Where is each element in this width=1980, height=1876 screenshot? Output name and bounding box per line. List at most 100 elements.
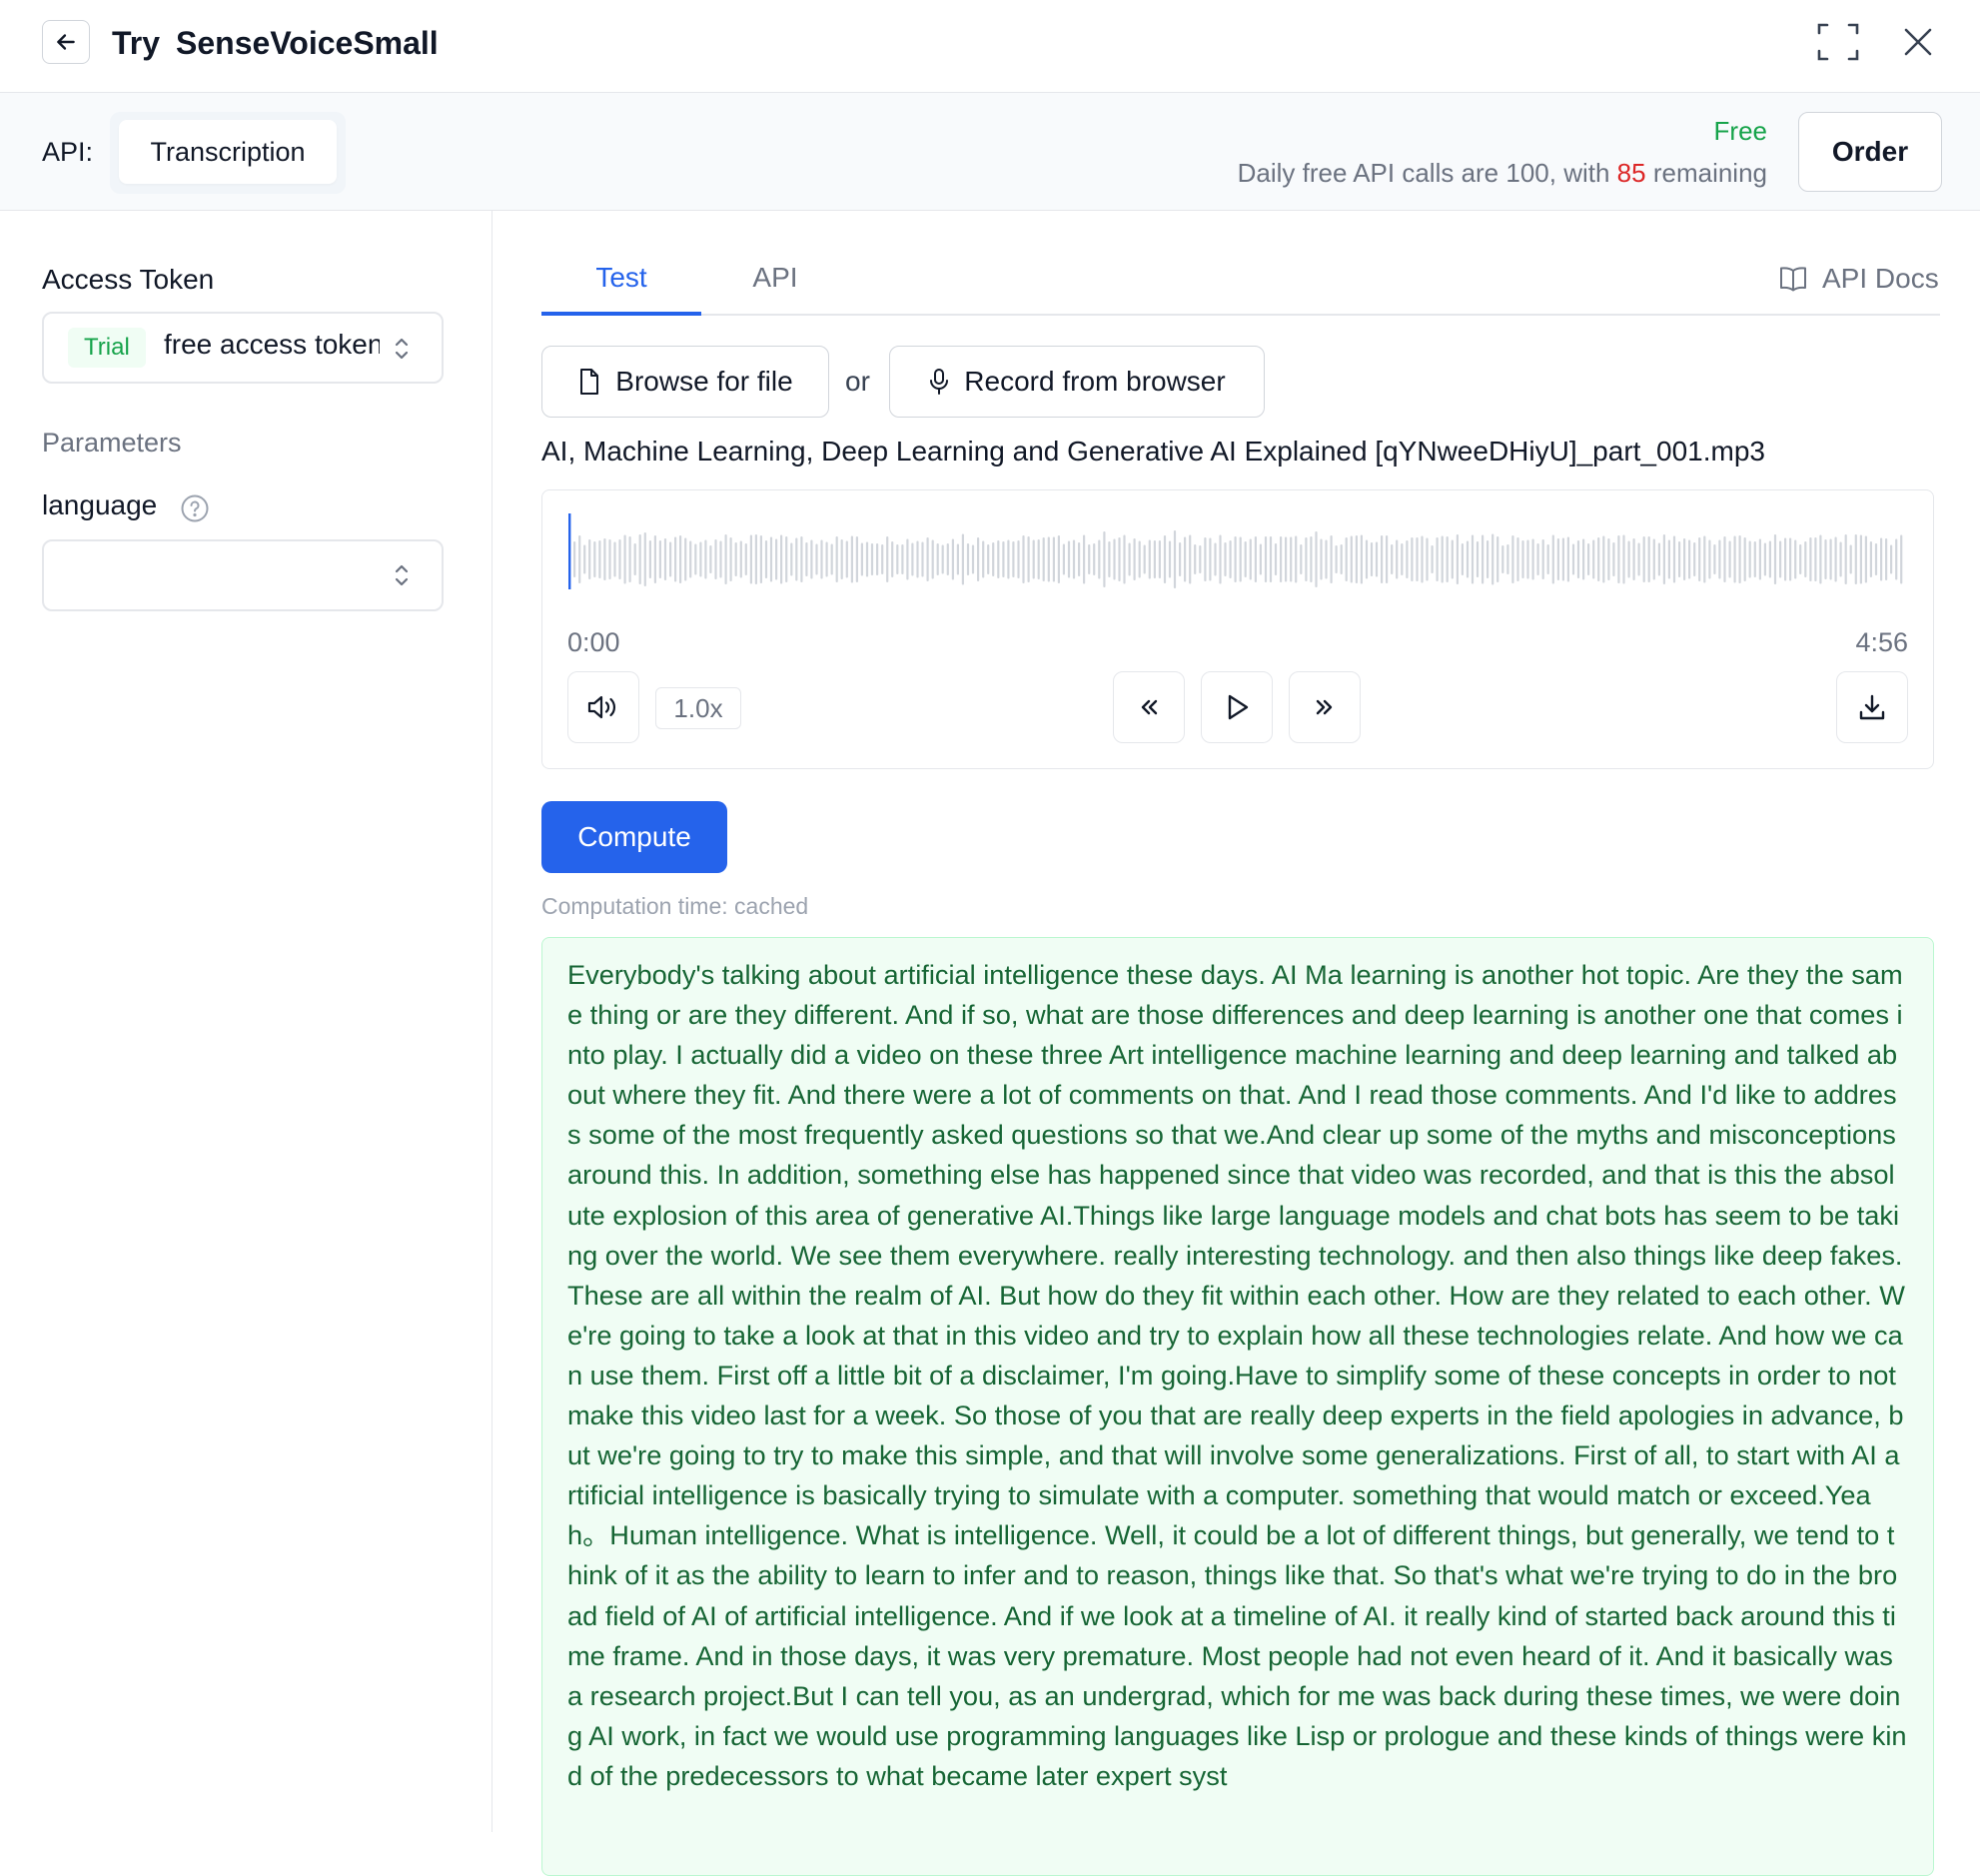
waveform-bar <box>1834 536 1837 582</box>
access-token-value: free access token <box>164 329 380 360</box>
waveform-bar <box>684 537 687 581</box>
waveform-bar <box>1350 535 1353 583</box>
close-button[interactable] <box>1896 20 1940 64</box>
access-token-label: Access Token <box>42 264 215 295</box>
active-tab-indicator <box>541 312 701 316</box>
play-button[interactable] <box>1201 671 1273 743</box>
waveform-bar <box>1143 544 1146 574</box>
waveform-bar <box>1436 537 1439 581</box>
waveform-bar <box>881 544 884 574</box>
waveform-bar <box>1703 535 1706 583</box>
waveform-bar <box>1471 534 1475 584</box>
playback-speed-button[interactable]: 1.0x <box>655 687 741 729</box>
waveform-bar <box>1199 545 1202 573</box>
daily-quota-text: Daily free API calls are 100, with 85 re… <box>1238 158 1767 189</box>
waveform-bar <box>633 543 636 575</box>
waveform-bar <box>769 536 773 582</box>
waveform-bar <box>840 539 843 579</box>
language-label: language <box>42 489 158 520</box>
waveform-bar <box>1083 534 1086 584</box>
waveform-bar <box>578 535 581 583</box>
waveform-bar <box>1657 542 1660 576</box>
waveform-bar <box>1264 536 1268 582</box>
waveform-bar <box>1511 535 1514 583</box>
waveform-bar <box>825 541 828 577</box>
audio-waveform[interactable] <box>567 513 1908 589</box>
waveform-bar <box>1738 535 1741 583</box>
api-tab-transcription[interactable]: Transcription <box>119 120 337 184</box>
waveform-bar <box>790 542 793 576</box>
waveform-bar <box>896 544 899 574</box>
language-select[interactable] <box>42 539 444 611</box>
waveform-bar <box>623 534 626 584</box>
waveform-bar <box>1209 537 1212 581</box>
waveform-bar <box>1456 534 1459 584</box>
waveform-bar <box>1108 541 1111 577</box>
waveform-bar <box>1521 540 1524 578</box>
waveform-bar <box>997 540 1000 578</box>
waveform-bar <box>1536 543 1539 575</box>
waveform-bar <box>1012 541 1015 577</box>
waveform-bar <box>1688 539 1691 579</box>
waveform-bar <box>901 544 904 574</box>
tab-test[interactable]: Test <box>541 262 701 316</box>
waveform-bar <box>1274 543 1278 575</box>
waveform-bar <box>1259 543 1262 575</box>
order-button[interactable]: Order <box>1798 112 1942 192</box>
waveform-bar <box>1607 538 1610 580</box>
rewind-button[interactable] <box>1113 671 1185 743</box>
waveform-bar <box>1002 541 1005 577</box>
api-docs-link[interactable]: API Docs <box>1778 262 1939 296</box>
record-browser-button[interactable]: Record from browser <box>889 346 1265 418</box>
fast-forward-button[interactable] <box>1289 671 1361 743</box>
tab-api[interactable]: API <box>715 262 835 316</box>
waveform-bar <box>1163 535 1167 583</box>
waveform-bar <box>1295 535 1298 583</box>
waveform-bar <box>749 534 752 584</box>
playhead-cursor[interactable] <box>568 513 571 589</box>
daily-quota-prefix: Daily free API calls are 100, with <box>1237 158 1610 188</box>
waveform-bar <box>1763 542 1766 576</box>
waveform-bar <box>775 538 778 580</box>
chevron-up-down-icon <box>395 564 409 586</box>
waveform-bar <box>1526 539 1529 579</box>
compute-button[interactable]: Compute <box>541 801 727 873</box>
waveform-bar <box>1698 537 1701 581</box>
waveform-bar <box>916 540 919 578</box>
waveform-bar <box>1602 535 1605 583</box>
waveform-bar <box>1254 536 1257 582</box>
waveform-bar <box>739 540 742 578</box>
waveform-bar <box>1416 537 1419 581</box>
waveform-bar <box>931 539 934 579</box>
waveform-bar <box>1032 539 1035 579</box>
waveform-bar <box>1541 539 1544 579</box>
waveform-bar <box>891 541 894 577</box>
waveform-bar <box>663 538 667 580</box>
waveform-bar <box>1819 534 1822 584</box>
waveform-bar <box>977 537 980 581</box>
waveform-bar <box>1849 544 1852 574</box>
browse-file-button[interactable]: Browse for file <box>541 346 829 418</box>
waveform-bar <box>1869 541 1872 577</box>
waveform-bar <box>1844 534 1847 584</box>
waveform-bar <box>1194 544 1197 574</box>
waveform-bar <box>729 537 732 581</box>
waveform-bar <box>946 543 949 575</box>
waveform-bar <box>1642 536 1645 582</box>
waveform-bar <box>1637 542 1640 576</box>
waveform-bar <box>835 536 838 582</box>
volume-button[interactable] <box>567 671 639 743</box>
waveform-bar <box>598 540 601 578</box>
waveform-bar <box>689 540 692 578</box>
plan-label: Free <box>1713 116 1767 146</box>
help-icon[interactable] <box>180 493 210 523</box>
back-button[interactable] <box>42 20 90 64</box>
waveform-bar <box>1360 534 1363 584</box>
download-button[interactable] <box>1836 671 1908 743</box>
waveform-bar <box>1809 537 1812 581</box>
waveform-bar <box>1582 538 1585 580</box>
waveform-bar <box>1551 534 1554 584</box>
waveform-bar <box>603 538 606 580</box>
fullscreen-button[interactable] <box>1816 20 1860 64</box>
waveform-bar <box>1148 539 1151 579</box>
